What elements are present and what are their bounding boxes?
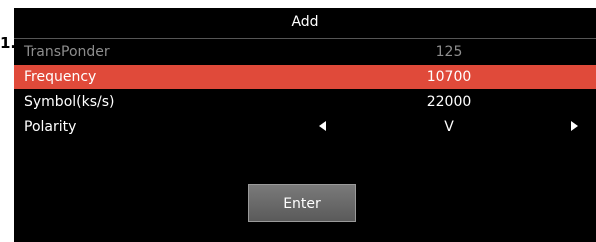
left-arrow-icon[interactable] xyxy=(319,121,326,131)
transponder-label: TransPonder xyxy=(24,44,110,60)
polarity-row[interactable]: Polarity V xyxy=(14,115,596,139)
add-transponder-dialog: Add TransPonder 125 Frequency 10700 Symb… xyxy=(14,8,596,242)
dialog-header: Add xyxy=(14,8,596,39)
transponder-row[interactable]: TransPonder 125 xyxy=(14,40,596,64)
frequency-value[interactable]: 10700 xyxy=(394,69,504,85)
frequency-label: Frequency xyxy=(24,69,97,85)
right-arrow-icon[interactable] xyxy=(571,121,578,131)
symbol-rate-label: Symbol(ks/s) xyxy=(24,94,115,110)
frequency-row[interactable]: Frequency 10700 xyxy=(14,65,596,89)
transponder-value: 125 xyxy=(435,44,463,60)
symbol-rate-row[interactable]: Symbol(ks/s) 22000 xyxy=(14,90,596,114)
enter-button[interactable]: Enter xyxy=(248,184,356,222)
polarity-label: Polarity xyxy=(24,119,77,135)
polarity-value[interactable]: V xyxy=(394,119,504,135)
symbol-rate-value[interactable]: 22000 xyxy=(394,94,504,110)
dialog-title: Add xyxy=(291,14,319,30)
